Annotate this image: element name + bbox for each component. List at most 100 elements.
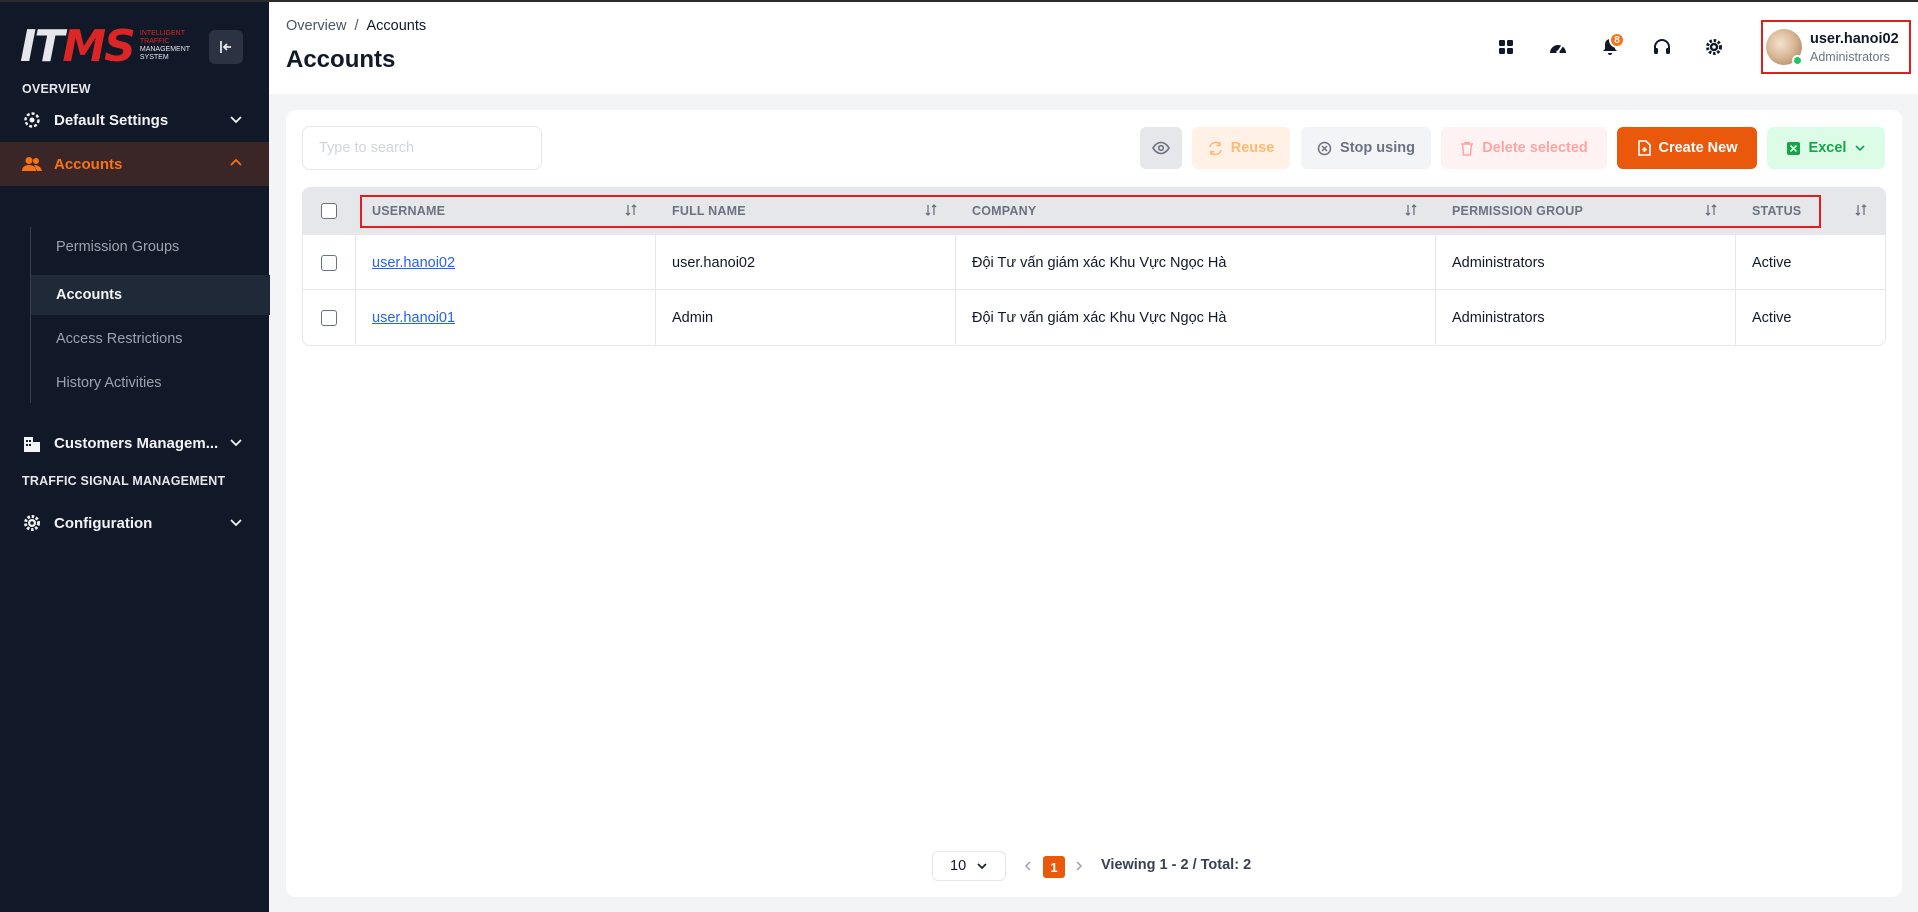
nav-accounts[interactable]: Accounts: [0, 142, 269, 186]
notifications-button[interactable]: 8: [1592, 29, 1628, 65]
accounts-table: USERNAME FULL NAME COMPANY PERMISSION GR…: [302, 187, 1886, 346]
collapse-sidebar-button[interactable]: [209, 30, 243, 64]
row-checkbox[interactable]: [321, 254, 337, 271]
table-header-row: USERNAME FULL NAME COMPANY PERMISSION GR…: [303, 188, 1885, 234]
nav-configuration[interactable]: Configuration: [0, 501, 269, 545]
chevron-right-icon: [1076, 861, 1083, 871]
delete-selected-label: Delete selected: [1482, 140, 1588, 156]
prev-page-button[interactable]: [1020, 856, 1036, 876]
settings-gear-icon: [22, 110, 42, 130]
status-cell: Active: [1735, 235, 1885, 290]
column-header-permission-group[interactable]: PERMISSION GROUP: [1452, 188, 1583, 234]
nav-configuration-label: Configuration: [54, 514, 153, 532]
page-size-select[interactable]: 10: [932, 851, 1006, 881]
logo-sub-line3: MANAGEMENT: [139, 46, 191, 53]
username-link[interactable]: user.hanoi01: [372, 310, 455, 326]
page-size-value: 10: [950, 858, 967, 874]
sort-icon[interactable]: [1405, 203, 1417, 217]
sort-icon[interactable]: [625, 203, 637, 217]
logo-subtitle: INTELLIGENT TRAFFIC MANAGEMENT SYSTEM: [140, 30, 200, 62]
status-cell: Active: [1735, 290, 1885, 345]
nav-customers-management[interactable]: Customers Managem...: [0, 421, 269, 465]
column-header-username[interactable]: USERNAME: [372, 188, 445, 234]
pagination-summary: Viewing 1 - 2 / Total: 2: [1101, 857, 1252, 873]
subnav-history-activities[interactable]: History Activities: [31, 363, 270, 403]
subnav-permission-groups[interactable]: Permission Groups: [31, 227, 270, 267]
online-status-dot: [1792, 55, 1803, 66]
page-1-button[interactable]: 1: [1043, 856, 1065, 878]
top-header: Overview / Accounts Accounts 8 user.hano…: [269, 2, 1918, 94]
section-label-overview: OVERVIEW: [22, 82, 91, 96]
section-label-traffic-signal: TRAFFIC SIGNAL MANAGEMENT: [22, 474, 226, 488]
user-profile-menu[interactable]: user.hanoi02 Administrators: [1761, 20, 1911, 74]
add-file-icon: [1637, 140, 1651, 156]
breadcrumb-current: Accounts: [366, 18, 427, 34]
dashboard-button[interactable]: [1540, 29, 1576, 65]
subnav-access-restrictions[interactable]: Access Restrictions: [31, 319, 270, 359]
chevron-left-icon: [1024, 861, 1031, 871]
nav-customers-label: Customers Managem...: [54, 434, 219, 452]
headset-icon: [1654, 39, 1670, 54]
full-name-cell: user.hanoi02: [655, 235, 955, 290]
cog-icon: [22, 513, 42, 533]
column-header-company[interactable]: COMPANY: [972, 188, 1036, 234]
column-header-status[interactable]: STATUS: [1752, 188, 1801, 234]
table-row[interactable]: user.hanoi02 user.hanoi02 Đội Tư vấn giá…: [303, 234, 1885, 290]
row-checkbox[interactable]: [321, 309, 337, 326]
username-link[interactable]: user.hanoi02: [372, 255, 455, 271]
nav-default-settings-label: Default Settings: [54, 111, 169, 129]
column-header-full-name[interactable]: FULL NAME: [672, 188, 746, 234]
table-row[interactable]: user.hanoi01 Admin Đội Tư vấn giám xác K…: [303, 289, 1885, 345]
trash-icon: [1461, 141, 1474, 156]
logo-text-b: MS: [62, 20, 135, 72]
breadcrumb-overview-link[interactable]: Overview: [286, 18, 346, 34]
reuse-button[interactable]: Reuse: [1192, 127, 1290, 169]
notification-count-badge: 8: [1609, 32, 1625, 48]
excel-label: Excel: [1808, 140, 1847, 156]
full-name-cell: Admin: [655, 290, 955, 345]
user-name: user.hanoi02: [1810, 30, 1899, 47]
nav-default-settings[interactable]: Default Settings: [0, 98, 269, 142]
breadcrumb-separator: /: [354, 18, 359, 34]
excel-export-button[interactable]: Excel: [1767, 127, 1885, 169]
permission-group-cell: Administrators: [1435, 290, 1735, 345]
company-cell: Đội Tư vấn giám xác Khu Vực Ngọc Hà: [955, 235, 1435, 290]
page-title: Accounts: [286, 46, 396, 73]
settings-button[interactable]: [1696, 29, 1732, 65]
chevron-down-icon: [977, 863, 987, 870]
create-new-label: Create New: [1658, 140, 1738, 156]
avatar: [1766, 29, 1803, 66]
search-input[interactable]: [302, 126, 542, 170]
reuse-label: Reuse: [1230, 140, 1275, 156]
subnav-accounts[interactable]: Accounts: [31, 275, 270, 315]
sort-icon[interactable]: [1855, 203, 1867, 217]
create-new-button[interactable]: Create New: [1617, 127, 1757, 169]
speedometer-icon: [1550, 45, 1566, 54]
nav-accounts-label: Accounts: [54, 155, 123, 173]
select-all-checkbox[interactable]: [321, 203, 337, 219]
app-logo[interactable]: ITMS INTELLIGENT TRAFFIC MANAGEMENT SYST…: [20, 21, 200, 72]
chevron-down-icon: [230, 439, 242, 447]
support-button[interactable]: [1644, 29, 1680, 65]
next-page-button[interactable]: [1071, 856, 1087, 876]
permission-group-cell: Administrators: [1435, 235, 1735, 290]
logo-sub-line2: TRAFFIC: [139, 38, 170, 45]
sort-icon[interactable]: [1705, 203, 1717, 217]
chevron-down-icon: [230, 116, 242, 124]
building-icon: [22, 433, 42, 453]
apps-grid-button[interactable]: [1488, 29, 1524, 65]
sidebar: ITMS INTELLIGENT TRAFFIC MANAGEMENT SYST…: [0, 2, 270, 912]
sort-icon[interactable]: [925, 203, 937, 217]
refresh-icon: [1208, 141, 1222, 155]
chevron-up-icon: [230, 158, 242, 166]
chevron-down-icon: [230, 519, 242, 527]
grid-icon: [1499, 40, 1513, 54]
view-toggle-button[interactable]: [1140, 127, 1182, 169]
delete-selected-button[interactable]: Delete selected: [1441, 127, 1607, 169]
stop-using-label: Stop using: [1340, 140, 1415, 156]
stop-circle-icon: [1317, 141, 1332, 155]
user-role: Administrators: [1810, 49, 1890, 64]
stop-using-button[interactable]: Stop using: [1301, 127, 1431, 169]
logo-text-a: IT: [20, 20, 64, 72]
logo-sub-line4: SYSTEM: [139, 54, 169, 61]
